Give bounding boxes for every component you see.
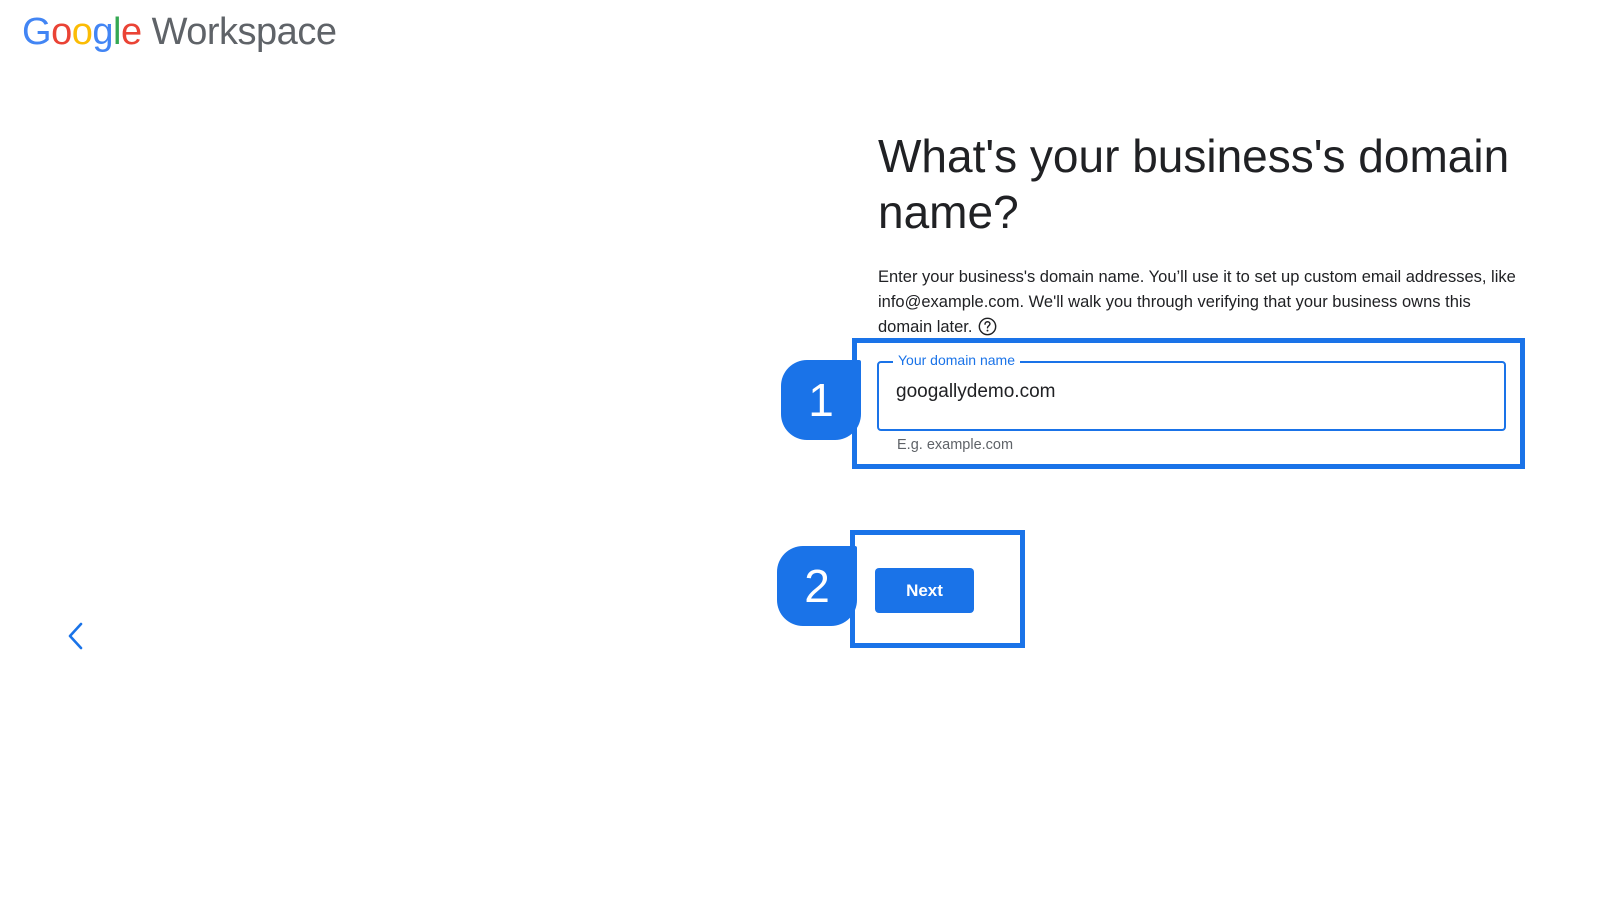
step-1-badge: 1 <box>781 360 861 440</box>
page-description: Enter your business's domain name. You’l… <box>878 265 1518 340</box>
logo-letter: o <box>51 10 72 53</box>
description-text: Enter your business's domain name. You’l… <box>878 268 1516 336</box>
help-circle-icon[interactable] <box>978 317 997 336</box>
logo-letter: o <box>71 10 93 53</box>
next-button[interactable]: Next <box>875 568 974 613</box>
page-title: What's your business's domain name? <box>878 130 1510 238</box>
google-wordmark: Google <box>22 11 142 54</box>
logo-letter: e <box>120 10 142 53</box>
logo-letter: G <box>22 10 52 53</box>
page: Google Workspace What's your business's … <box>0 0 1600 900</box>
domain-name-input[interactable] <box>896 381 1476 403</box>
chevron-left-icon[interactable] <box>62 620 90 652</box>
domain-name-field[interactable]: Your domain name <box>877 352 1506 431</box>
step-2-badge: 2 <box>777 546 857 626</box>
domain-name-label: Your domain name <box>893 352 1021 368</box>
google-workspace-logo: Google Workspace <box>22 6 337 58</box>
workspace-wordmark: Workspace <box>151 10 337 53</box>
logo-letter: g <box>92 10 113 53</box>
logo-letter: l <box>112 10 121 53</box>
domain-name-hint: E.g. example.com <box>897 437 1014 453</box>
